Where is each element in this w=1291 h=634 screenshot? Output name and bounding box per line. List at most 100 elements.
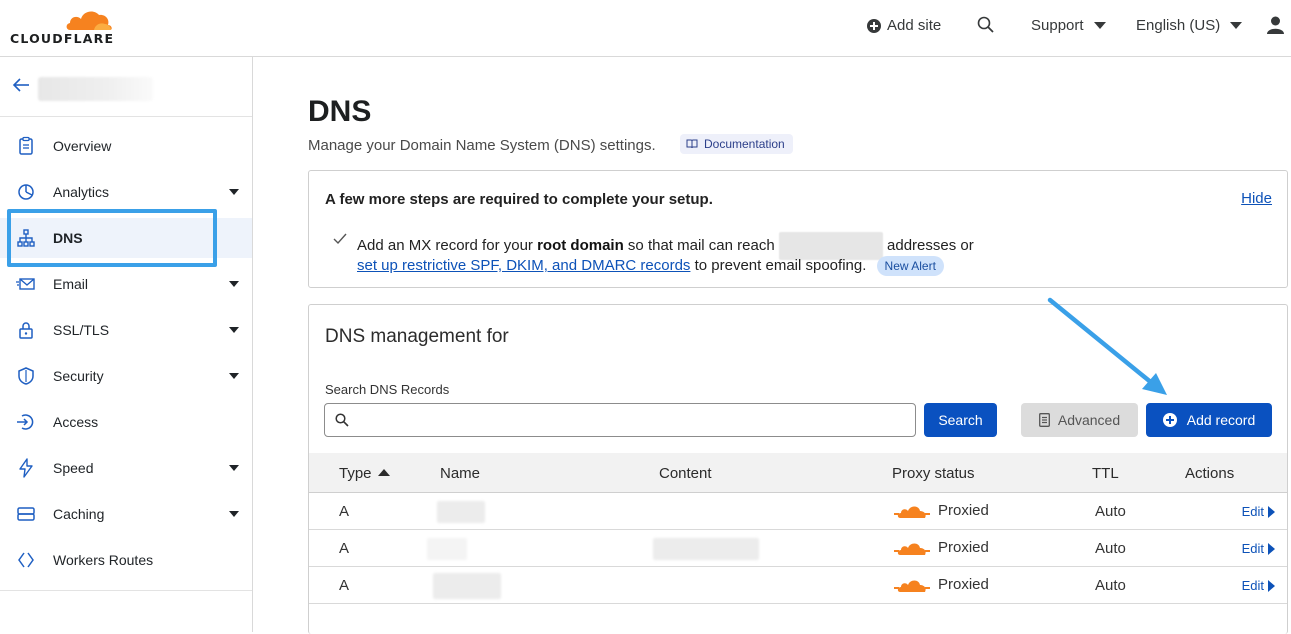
sidebar-item-overview[interactable]: Overview [0, 126, 252, 166]
workers-icon [18, 552, 34, 568]
sidebar-item-label: Speed [53, 460, 94, 476]
top-bar: CLOUDFLARE Add site Support English (US) [0, 0, 1291, 57]
language-label: English (US) [1136, 17, 1221, 34]
sidebar-item-workers-routes[interactable]: Workers Routes [0, 540, 252, 580]
zone-header [0, 57, 252, 117]
support-label: Support [1031, 17, 1084, 34]
chevron-down-icon [229, 465, 239, 471]
brand-name: CLOUDFLARE [10, 31, 115, 46]
add-site-label: Add site [887, 17, 942, 34]
redacted-zone-name [38, 77, 153, 101]
proxy-status: Proxied [894, 539, 989, 556]
record-type: A [339, 503, 350, 520]
chevron-right-icon [1268, 579, 1275, 592]
sidebar-item-email[interactable]: Email [0, 264, 252, 304]
sidebar-divider [0, 590, 252, 591]
book-icon [686, 139, 698, 149]
page-title: DNS [308, 95, 372, 128]
proxy-status-label: Proxied [938, 539, 989, 556]
language-menu[interactable]: English (US) [1136, 17, 1243, 34]
lightning-icon [19, 458, 33, 478]
table-header: Type Name Content Proxy status TTL Actio… [309, 453, 1287, 493]
proxy-status-label: Proxied [938, 502, 989, 519]
checkmark-icon [333, 233, 347, 245]
edit-record-button[interactable]: Edit [1242, 578, 1275, 593]
column-name-header[interactable]: Name [440, 465, 480, 482]
column-header-label: Type [339, 465, 372, 482]
advanced-label: Advanced [1057, 412, 1121, 428]
setup-title: A few more steps are required to complet… [325, 191, 713, 208]
search-icon [977, 16, 994, 33]
search-dns-input[interactable] [324, 403, 916, 437]
chevron-down-icon [229, 189, 239, 195]
advanced-button[interactable]: Advanced [1021, 403, 1138, 437]
lock-icon [19, 322, 33, 339]
proxied-cloud-icon [894, 543, 930, 555]
plus-circle-icon [867, 18, 881, 33]
setup-text-part: addresses or [882, 236, 974, 254]
edit-label: Edit [1241, 578, 1264, 593]
proxy-status: Proxied [894, 502, 989, 519]
sidebar-item-caching[interactable]: Caching [0, 494, 252, 534]
pie-chart-icon [18, 184, 34, 200]
cloudflare-logo[interactable]: CLOUDFLARE [10, 6, 120, 46]
sidebar-item-label: Caching [53, 506, 105, 522]
proxy-status-label: Proxied [938, 576, 989, 593]
sidebar-item-label: Workers Routes [53, 552, 154, 568]
edit-label: Edit [1241, 504, 1264, 519]
record-ttl: Auto [1095, 540, 1126, 557]
record-type: A [339, 577, 350, 594]
sort-ascending-icon [377, 469, 390, 476]
plus-circle-icon [1162, 413, 1177, 427]
add-record-button[interactable]: Add record [1146, 403, 1272, 437]
sidebar-item-label: Security [53, 368, 104, 384]
chevron-down-icon [229, 511, 239, 517]
hide-link[interactable]: Hide [1241, 190, 1272, 207]
column-actions-header: Actions [1185, 465, 1235, 482]
chevron-down-icon [1093, 22, 1106, 29]
search-label: Search DNS Records [325, 382, 450, 397]
chevron-down-icon [229, 327, 239, 333]
proxied-cloud-icon [894, 580, 930, 592]
access-icon [17, 414, 34, 430]
table-row: A Proxied Auto Edit [309, 493, 1287, 530]
edit-record-button[interactable]: Edit [1242, 504, 1275, 519]
sidebar-item-label: Analytics [53, 184, 110, 200]
sidebar-item-access[interactable]: Access [0, 402, 252, 442]
redacted-name [427, 538, 467, 560]
column-proxy-header: Proxy status [892, 465, 975, 482]
setup-text-part: so that mail can reach [623, 236, 779, 254]
search-button[interactable]: Search [924, 403, 997, 437]
user-menu[interactable] [1267, 16, 1284, 34]
record-ttl: Auto [1095, 577, 1126, 594]
add-site-button[interactable]: Add site [867, 17, 941, 34]
table-row: A Proxied Auto Edit [309, 530, 1287, 567]
column-type-header[interactable]: Type [339, 465, 390, 482]
support-menu[interactable]: Support [1031, 17, 1106, 34]
sidebar-item-speed[interactable]: Speed [0, 448, 252, 488]
sidebar-item-label: SSL/TLS [53, 322, 110, 338]
back-arrow-icon[interactable] [12, 77, 30, 93]
chevron-down-icon [229, 373, 239, 379]
page-subtitle: Manage your Domain Name System (DNS) set… [308, 137, 656, 154]
chevron-down-icon [229, 281, 239, 287]
documentation-link[interactable]: Documentation [680, 134, 793, 154]
search-button[interactable] [977, 16, 994, 33]
edit-record-button[interactable]: Edit [1242, 541, 1275, 556]
document-icon [1038, 413, 1050, 427]
sidebar-item-label: Overview [53, 138, 112, 154]
email-icon [16, 278, 35, 290]
sidebar-item-security[interactable]: Security [0, 356, 252, 396]
setup-text-part: Add an MX record for your [357, 236, 538, 254]
redacted-content [653, 538, 759, 560]
spf-dkim-dmarc-link[interactable]: set up restrictive SPF, DKIM, and DMARC … [357, 257, 690, 274]
add-record-label: Add record [1186, 412, 1256, 428]
annotation-arrow [1047, 297, 1167, 395]
dns-management-title: DNS management for [325, 326, 509, 347]
user-icon [1267, 16, 1284, 34]
sidebar-item-analytics[interactable]: Analytics [0, 172, 252, 212]
record-ttl: Auto [1095, 503, 1126, 520]
sidebar-item-ssl-tls[interactable]: SSL/TLS [0, 310, 252, 350]
search-icon [335, 413, 349, 427]
table-row: A Proxied Auto Edit [309, 567, 1287, 604]
